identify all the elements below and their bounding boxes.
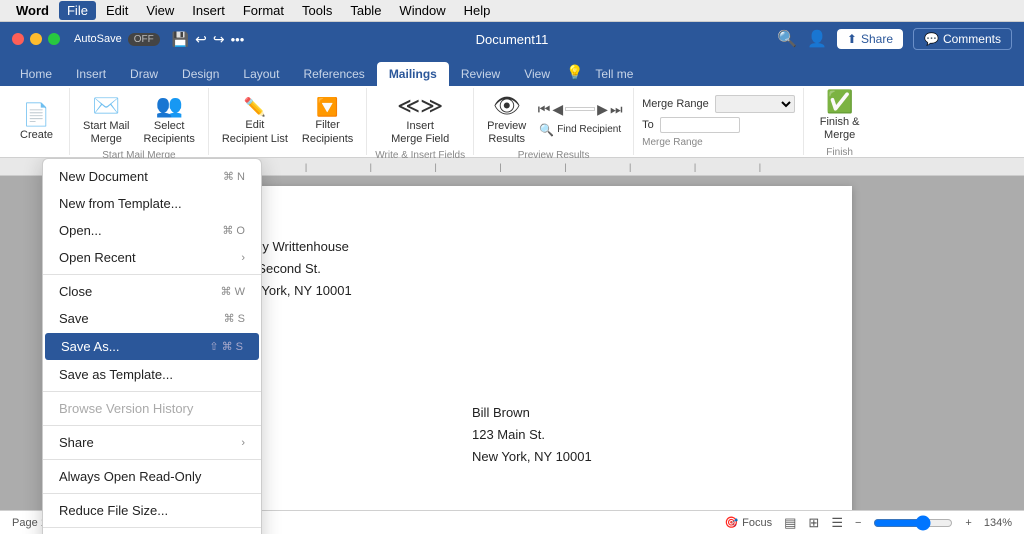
menu-view[interactable]: View: [138, 1, 182, 20]
ribbon-group-edit-filter: ✏️ EditRecipient List 🔽 FilterRecipients: [209, 88, 367, 155]
nav-prev-icon[interactable]: ◀: [552, 101, 563, 118]
tab-mailings[interactable]: Mailings: [377, 62, 449, 86]
insert-merge-field-button[interactable]: ≪≫ InsertMerge Field: [386, 90, 454, 149]
save-icon[interactable]: 💾: [172, 31, 189, 48]
menu-edit[interactable]: Edit: [98, 1, 136, 20]
tab-insert[interactable]: Insert: [64, 62, 118, 86]
ribbon-group-insert-fields: ≪≫ InsertMerge Field Write & Insert Fiel…: [367, 88, 474, 155]
menu-browse-version-history[interactable]: Browse Version History: [43, 395, 261, 422]
select-recipients-button[interactable]: 👥 SelectRecipients: [139, 90, 200, 149]
ribbon-group-start-mail-merge: ✉️ Start MailMerge 👥 SelectRecipients St…: [70, 88, 209, 155]
menu-separator-4: [43, 459, 261, 460]
nav-next-icon[interactable]: ▶: [597, 101, 608, 118]
search-icon[interactable]: 🔍: [777, 29, 797, 49]
ribbon-group-finish: ✅ Finish &Merge Finish: [804, 88, 876, 155]
menu-separator-2: [43, 391, 261, 392]
redo-icon[interactable]: ↪: [213, 31, 225, 48]
ribbon-toolbar: 📄 Create ✉️ Start MailMerge 👥 SelectReci…: [0, 86, 1024, 158]
menu-save-as[interactable]: Save As... ⇧ ⌘ S: [45, 333, 259, 360]
menu-separator-3: [43, 425, 261, 426]
start-mail-merge-button[interactable]: ✉️ Start MailMerge: [78, 90, 134, 149]
menu-separator-5: [43, 493, 261, 494]
menu-tools[interactable]: Tools: [294, 1, 340, 20]
menu-table[interactable]: Table: [342, 1, 389, 20]
mac-menu-bar: Word File Edit View Insert Format Tools …: [0, 0, 1024, 22]
tab-design[interactable]: Design: [170, 62, 231, 86]
file-menu-overlay: New Document ⌘ N New from Template... Op…: [0, 158, 1024, 534]
ribbon-tabs: Home Insert Draw Design Layout Reference…: [0, 56, 1024, 86]
merge-range-to-input[interactable]: [660, 117, 740, 133]
find-recipient-button[interactable]: 🔍 Find Recipient: [535, 121, 625, 139]
document-title: Document11: [345, 32, 678, 47]
file-dropdown-menu: New Document ⌘ N New from Template... Op…: [42, 158, 262, 534]
autosave-toggle[interactable]: OFF: [128, 33, 160, 46]
menu-open[interactable]: Open... ⌘ O: [43, 217, 261, 244]
menu-window[interactable]: Window: [391, 1, 453, 20]
menu-separator-1: [43, 274, 261, 275]
filter-recipients-button[interactable]: 🔽 FilterRecipients: [297, 94, 358, 148]
merge-range-select[interactable]: [715, 95, 795, 113]
menu-always-open-read-only[interactable]: Always Open Read-Only: [43, 463, 261, 490]
traffic-yellow[interactable]: [30, 33, 42, 45]
ribbon-group-label-merge-range: Merge Range: [642, 137, 703, 148]
menu-new-document[interactable]: New Document ⌘ N: [43, 163, 261, 190]
ribbon-group-label-finish: Finish: [826, 147, 853, 158]
menu-separator-6: [43, 527, 261, 528]
ribbon-group-preview: 👁 PreviewResults ⏮ ◀ ▶ ⏭ 🔍 Find Recipien…: [474, 88, 634, 155]
finish-merge-button[interactable]: ✅ Finish &Merge: [812, 85, 868, 146]
edit-recipient-list-button[interactable]: ✏️ EditRecipient List: [217, 94, 293, 148]
menu-help[interactable]: Help: [456, 1, 499, 20]
menu-save[interactable]: Save ⌘ S: [43, 305, 261, 332]
traffic-green[interactable]: [48, 33, 60, 45]
comments-button[interactable]: 💬 Comments: [913, 28, 1012, 50]
menu-file[interactable]: File: [59, 1, 96, 20]
menu-close[interactable]: Close ⌘ W: [43, 278, 261, 305]
tab-layout[interactable]: Layout: [231, 62, 291, 86]
more-icon[interactable]: •••: [231, 32, 245, 47]
tab-tell-me[interactable]: Tell me: [587, 62, 641, 86]
preview-results-button[interactable]: 👁 PreviewResults: [482, 90, 531, 149]
merge-range-to-label: To: [642, 119, 654, 131]
share-button[interactable]: ⬆ Share: [837, 29, 903, 49]
tab-home[interactable]: Home: [8, 62, 64, 86]
nav-last-icon[interactable]: ⏭: [610, 101, 623, 118]
menu-open-recent[interactable]: Open Recent ›: [43, 244, 261, 271]
traffic-red[interactable]: [12, 33, 24, 45]
menu-new-from-template[interactable]: New from Template...: [43, 190, 261, 217]
tab-draw[interactable]: Draw: [118, 62, 170, 86]
tab-references[interactable]: References: [291, 62, 376, 86]
ribbon-group-merge-range: Merge Range To Merge Range: [634, 88, 804, 155]
record-num[interactable]: [565, 107, 595, 111]
title-bar: AutoSave OFF 💾 ↩ ↪ ••• Document11 🔍 👤 ⬆ …: [0, 22, 1024, 56]
tab-light-bulb[interactable]: 💡: [562, 59, 587, 86]
autosave-label: AutoSave: [74, 33, 122, 45]
menu-format[interactable]: Format: [235, 1, 292, 20]
nav-first-icon[interactable]: ⏮: [538, 101, 551, 118]
menu-reduce-file-size[interactable]: Reduce File Size...: [43, 497, 261, 524]
account-icon[interactable]: 👤: [807, 29, 827, 49]
create-button[interactable]: 📄 Create: [12, 98, 61, 145]
ribbon-group-create: 📄 Create: [4, 88, 70, 155]
tab-review[interactable]: Review: [449, 62, 512, 86]
menu-save-as-template[interactable]: Save as Template...: [43, 361, 261, 388]
merge-range-title: Merge Range: [642, 98, 709, 110]
menu-word[interactable]: Word: [8, 1, 57, 20]
menu-share[interactable]: Share ›: [43, 429, 261, 456]
undo-icon[interactable]: ↩: [195, 31, 207, 48]
tab-view[interactable]: View: [512, 62, 562, 86]
menu-insert[interactable]: Insert: [184, 1, 233, 20]
